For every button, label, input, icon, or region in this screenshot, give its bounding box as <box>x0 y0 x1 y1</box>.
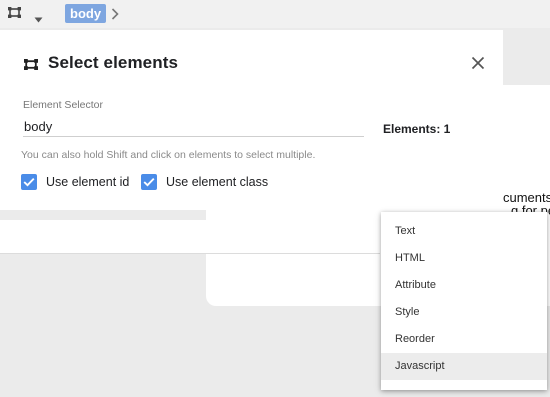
select-elements-dialog: Select elements Element Selector Element… <box>0 30 503 210</box>
dialog-footer-strip <box>0 220 380 254</box>
menu-item-html[interactable]: HTML <box>381 245 547 272</box>
caret-down-icon[interactable] <box>34 10 43 28</box>
select-element-icon <box>23 58 39 76</box>
toolbar: body <box>0 0 550 28</box>
selector-input[interactable] <box>23 116 364 137</box>
menu-item-javascript[interactable]: Javascript <box>381 353 547 380</box>
chevron-right-icon[interactable] <box>111 7 119 25</box>
breadcrumb-body[interactable]: body <box>65 4 107 23</box>
menu-item-reorder[interactable]: Reorder <box>381 326 547 353</box>
close-icon[interactable] <box>471 56 485 75</box>
menu-item-style[interactable]: Style <box>381 299 547 326</box>
elements-count: Elements: 1 <box>383 122 451 136</box>
select-element-icon[interactable] <box>7 6 22 24</box>
hint-text: You can also hold Shift and click on ele… <box>21 149 316 161</box>
dialog-title: Select elements <box>48 53 179 72</box>
use-element-class-label[interactable]: Use element class <box>166 175 268 189</box>
use-element-id-checkbox[interactable] <box>21 174 37 190</box>
action-menu: Text HTML Attribute Style Reorder Javasc… <box>381 212 547 390</box>
selector-label: Element Selector <box>23 99 103 111</box>
menu-item-attribute[interactable]: Attribute <box>381 272 547 299</box>
use-element-id-label[interactable]: Use element id <box>46 175 129 189</box>
menu-item-text[interactable]: Text <box>381 218 547 245</box>
use-element-class-checkbox[interactable] <box>141 174 157 190</box>
